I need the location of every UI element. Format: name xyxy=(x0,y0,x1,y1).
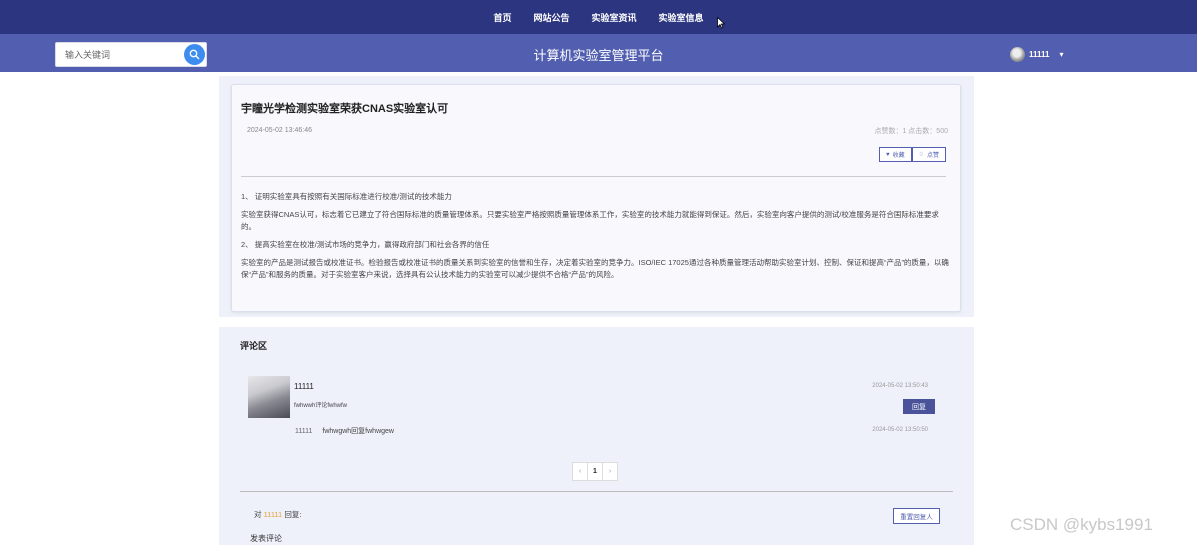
content-paragraph: 实验室获得CNAS认可，标志着它已建立了符合国际标准的质量管理体系。只要实验室严… xyxy=(241,210,939,231)
sub-reply: 11111 fwhwgwh回复fwhwgew xyxy=(295,426,394,436)
reply-to-user: 11111 xyxy=(263,510,283,519)
reset-reply-button[interactable]: 重置回复人 xyxy=(893,508,940,524)
user-name: 11111 xyxy=(1029,50,1050,59)
nav-announcements[interactable]: 网站公告 xyxy=(533,11,569,24)
comment-heading: 评论区 xyxy=(240,341,268,351)
comment-user: 11111 xyxy=(294,382,314,391)
header-bar: 计算机实验室管理平台 11111 ▾ xyxy=(0,34,1197,72)
divider xyxy=(240,491,953,492)
favorite-label: 收藏 xyxy=(892,153,905,159)
post-comment-label: 发表评论 xyxy=(250,534,282,543)
reply-to-prefix: 对 xyxy=(254,510,262,519)
favorite-button[interactable]: ♥ 收藏 xyxy=(879,147,912,162)
content-paragraph: 2、 提高实验室在校准/测试市场的竞争力，赢得政府部门和社会各界的信任 xyxy=(241,240,490,249)
comment-avatar xyxy=(248,376,290,418)
article-stats: 点赞数：1 点击数：500 xyxy=(874,128,948,135)
comment-section: 评论区 11111 fwhwwh评论fwhwfw 2024-05-02 13:5… xyxy=(219,327,974,545)
nav-home[interactable]: 首页 xyxy=(493,11,511,24)
comment-time: 2024-05-02 13:50:43 xyxy=(872,383,928,389)
nav-lab-info[interactable]: 实验室信息 xyxy=(659,11,704,24)
content-paragraph: 实验室的产品是测试报告或校准证书。检验报告或校准证书的质量关系到实验室的信誉和生… xyxy=(241,258,949,279)
top-nav: 首页 网站公告 实验室资讯 实验室信息 xyxy=(0,0,1197,34)
article-content: 1、 证明实验室具有按照有关国际标准进行校准/测试的技术能力 实验室获得CNAS… xyxy=(241,191,949,287)
article-section: 宇瞳光学检测实验室荣获CNAS实验室认可 2024-05-02 13:46:46… xyxy=(219,76,974,317)
like-label: 点赞 xyxy=(926,153,939,159)
article-title: 宇瞳光学检测实验室荣获CNAS实验室认可 xyxy=(241,103,449,115)
sub-reply-text: fwhwgwh回复fwhwgew xyxy=(322,428,394,435)
reply-target: 对 11111 回复: xyxy=(254,509,301,520)
watermark: CSDN @kybs1991 xyxy=(1010,515,1153,534)
sub-reply-user: 11111 xyxy=(295,428,313,435)
article-actions: ♥ 收藏 ♢ 点赞 xyxy=(879,147,946,162)
prev-page-button[interactable]: ‹ xyxy=(572,462,588,481)
content-paragraph: 1、 证明实验室具有按照有关国际标准进行校准/测试的技术能力 xyxy=(241,192,452,201)
reply-to-suffix: 回复: xyxy=(284,510,302,519)
thumbs-up-icon: ♢ xyxy=(918,152,924,158)
mouse-cursor-icon xyxy=(717,17,725,29)
heart-icon: ♥ xyxy=(886,151,890,158)
comment-text: fwhwwh评论fwhwfw xyxy=(294,403,348,409)
reply-button[interactable]: 回复 xyxy=(903,399,935,414)
nav-lab-news[interactable]: 实验室资讯 xyxy=(592,11,637,24)
divider xyxy=(241,176,946,177)
page-number[interactable]: 1 xyxy=(587,462,603,481)
article-date: 2024-05-02 13:46:46 xyxy=(247,127,312,134)
next-page-button[interactable]: › xyxy=(602,462,618,481)
user-menu[interactable]: 11111 ▾ xyxy=(1010,47,1064,62)
user-avatar xyxy=(1010,47,1025,62)
sub-reply-time: 2024-05-02 13:50:50 xyxy=(872,427,928,433)
pagination: ‹ 1 › xyxy=(572,462,618,481)
article-card: 宇瞳光学检测实验室荣获CNAS实验室认可 2024-05-02 13:46:46… xyxy=(231,84,961,312)
like-button[interactable]: ♢ 点赞 xyxy=(911,147,946,162)
chevron-down-icon: ▾ xyxy=(1059,50,1064,59)
